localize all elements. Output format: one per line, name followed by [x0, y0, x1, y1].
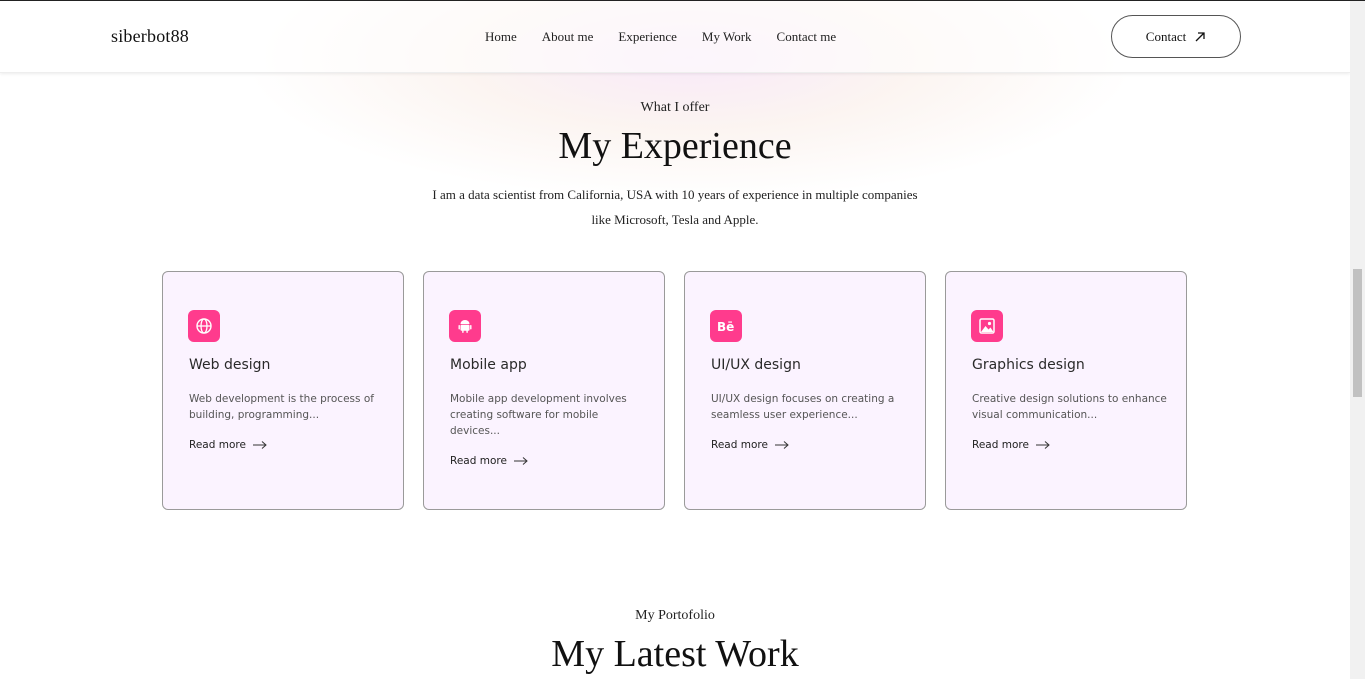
card-desc-line: Web development is the process of: [189, 393, 374, 405]
card-description: UI/UX design focuses on creating a seaml…: [711, 391, 911, 423]
card-title: UI/UX design: [711, 357, 801, 373]
service-card-web-design: Web design Web development is the proces…: [162, 271, 404, 510]
experience-subtitle: What I offer: [640, 100, 710, 115]
card-description: Mobile app development involves creating…: [450, 391, 650, 439]
nav-links: Home About me Experience My Work Contact…: [485, 29, 861, 45]
arrow-right-icon: [774, 441, 789, 449]
experience-title: My Experience: [558, 125, 792, 167]
card-desc-line: devices...: [450, 425, 500, 437]
service-card-mobile-app: Mobile app Mobile app development involv…: [423, 271, 665, 510]
site-logo[interactable]: siberbot88: [111, 26, 189, 47]
read-more-link[interactable]: Read more: [711, 439, 789, 451]
read-more-label: Read more: [972, 439, 1029, 451]
android-icon: [449, 310, 481, 342]
nav-link-contact[interactable]: Contact me: [777, 29, 837, 45]
arrow-right-icon: [1035, 441, 1050, 449]
navbar: siberbot88 Home About me Experience My W…: [0, 1, 1350, 73]
card-desc-line: Creative design solutions to enhance: [972, 393, 1167, 405]
card-title: Graphics design: [972, 357, 1085, 373]
card-desc-line: UI/UX design focuses on creating a: [711, 393, 895, 405]
nav-link-my-work[interactable]: My Work: [702, 29, 752, 45]
card-title: Web design: [189, 357, 271, 373]
arrow-up-right-icon: [1194, 31, 1206, 43]
page: siberbot88 Home About me Experience My W…: [0, 0, 1365, 679]
service-card-ui-ux-design: Bē UI/UX design UI/UX design focuses on …: [684, 271, 926, 510]
card-desc-line: creating software for mobile: [450, 409, 599, 421]
card-title: Mobile app: [450, 357, 527, 373]
portfolio-title: My Latest Work: [551, 633, 799, 675]
read-more-link[interactable]: Read more: [450, 455, 528, 467]
svg-text:Bē: Bē: [717, 320, 734, 334]
intro-line-2: like Microsoft, Tesla and Apple.: [591, 212, 759, 227]
globe-icon: [188, 310, 220, 342]
contact-button[interactable]: Contact: [1111, 15, 1241, 58]
read-more-label: Read more: [189, 439, 246, 451]
card-desc-line: seamless user experience...: [711, 409, 858, 421]
experience-intro: I am a data scientist from California, U…: [400, 182, 950, 232]
contact-button-label: Contact: [1145, 28, 1187, 44]
card-desc-line: visual communication...: [972, 409, 1098, 421]
nav-link-experience[interactable]: Experience: [618, 29, 676, 45]
read-more-link[interactable]: Read more: [972, 439, 1050, 451]
card-description: Creative design solutions to enhance vis…: [972, 391, 1172, 423]
read-more-label: Read more: [711, 439, 768, 451]
read-more-link[interactable]: Read more: [189, 439, 267, 451]
arrow-right-icon: [513, 457, 528, 465]
service-card-graphics-design: Graphics design Creative design solution…: [945, 271, 1187, 510]
portfolio-subtitle: My Portofolio: [635, 608, 715, 623]
card-desc-line: building, programming...: [189, 409, 320, 421]
intro-line-1: I am a data scientist from California, U…: [432, 187, 918, 202]
arrow-right-icon: [252, 441, 267, 449]
image-icon: [971, 310, 1003, 342]
card-description: Web development is the process of buildi…: [189, 391, 389, 423]
nav-link-home[interactable]: Home: [485, 29, 517, 45]
behance-icon: Bē: [710, 310, 742, 342]
scrollbar-thumb[interactable]: [1353, 269, 1362, 397]
card-desc-line: Mobile app development involves: [450, 393, 627, 405]
read-more-label: Read more: [450, 455, 507, 467]
nav-link-about[interactable]: About me: [542, 29, 594, 45]
